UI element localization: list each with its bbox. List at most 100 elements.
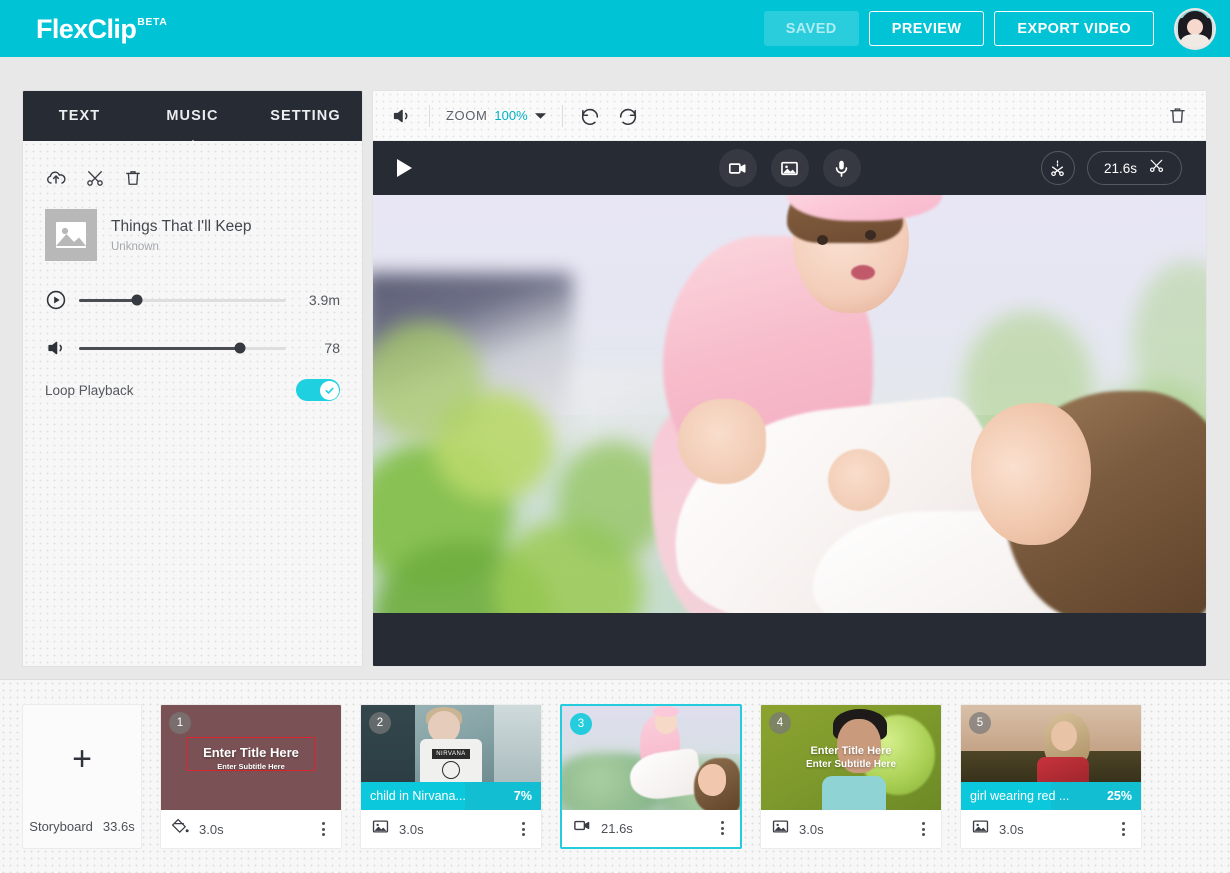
toolbar-divider-2 [561, 104, 563, 127]
clip-menu-icon[interactable] [916, 818, 931, 840]
header-actions: SAVED PREVIEW EXPORT VIDEO [763, 7, 1216, 50]
clip-menu-icon[interactable] [715, 817, 730, 839]
volume-slider-row: 78 [45, 331, 340, 365]
clip-thumbnail-3[interactable]: 3 [562, 706, 740, 810]
preview-control-bar: 21.6s [373, 141, 1206, 195]
video-camera-icon [572, 816, 592, 840]
clip-menu-icon[interactable] [1116, 818, 1131, 840]
paint-bucket-icon [171, 817, 190, 841]
storyboard-summary: Storyboard 33.6s [29, 819, 134, 834]
loop-playback-toggle[interactable] [296, 379, 340, 401]
clip-thumbnail-2[interactable]: NIRVANA 2 child in Nirvana... 7% [361, 705, 541, 810]
clip-thumbnail-4[interactable]: 4 Enter Title Here Enter Subtitle Here [761, 705, 941, 810]
shirt-logo-text: NIRVANA [432, 749, 470, 759]
clip-card-1[interactable]: 1 Enter Title Here Enter Subtitle Here 3… [160, 704, 342, 849]
image-icon[interactable] [770, 149, 809, 187]
clip-caption-text: girl wearing red ... [970, 789, 1070, 803]
tab-setting[interactable]: SETTING [249, 91, 362, 141]
clip-menu-icon[interactable] [316, 818, 331, 840]
app-header: FlexClip BETA SAVED PREVIEW EXPORT VIDEO [0, 0, 1230, 57]
export-video-button[interactable]: EXPORT VIDEO [994, 11, 1154, 46]
timeline-tools: 21.6s [1040, 151, 1182, 185]
image-icon [371, 817, 390, 841]
clip-footer-1: 3.0s [161, 810, 341, 848]
preview-button[interactable]: PREVIEW [868, 11, 985, 46]
duration-slider-value: 3.9m [308, 292, 340, 308]
music-panel-body: Things That I'll Keep Unknown 3.9m 78 Lo… [23, 141, 362, 666]
user-avatar[interactable] [1174, 7, 1216, 50]
clip-footer-2: 3.0s [361, 810, 541, 848]
speaker-icon[interactable] [45, 337, 71, 359]
zoom-control[interactable]: ZOOM 100% [446, 107, 546, 125]
toolbar-divider [429, 104, 430, 127]
storyboard-total-duration: 33.6s [102, 819, 135, 834]
scene-mother-hand-2 [828, 449, 890, 511]
volume-slider-knob[interactable] [234, 342, 246, 354]
clip-card-3[interactable]: 3 21.6s [560, 704, 742, 849]
editor-work-area: TEXT MUSIC SETTING Things That I'll Keep… [0, 57, 1230, 679]
add-clip-button[interactable]: + Storyboard 33.6s [22, 704, 142, 849]
music-track-title: Things That I'll Keep [111, 218, 252, 235]
saved-button[interactable]: SAVED [763, 11, 859, 46]
speaker-icon[interactable] [391, 105, 413, 127]
clip-number-badge: 5 [969, 712, 991, 734]
loop-playback-row: Loop Playback [45, 379, 340, 401]
clip-card-4[interactable]: 4 Enter Title Here Enter Subtitle Here 3… [760, 704, 942, 849]
scene-baby-eye-right [865, 230, 876, 240]
clip-footer-5: 3.0s [961, 810, 1141, 848]
logo-beta-badge: BETA [137, 15, 168, 28]
cloud-upload-icon[interactable] [45, 167, 67, 189]
music-toolbar [45, 163, 340, 193]
chevron-down-icon[interactable] [534, 107, 546, 125]
clip-duration: 21.6s [601, 820, 633, 836]
clip-duration: 3.0s [799, 821, 824, 837]
clip-footer-3: 21.6s [562, 809, 740, 847]
clip-card-5[interactable]: 5 girl wearing red ... 25% 3.0s [960, 704, 1142, 849]
loop-playback-label: Loop Playback [45, 382, 134, 398]
avatar-body [1181, 33, 1209, 48]
split-icon[interactable] [1040, 151, 1075, 185]
clip-caption-bar: girl wearing red ... 25% [961, 782, 1141, 810]
clip-number-badge: 2 [369, 712, 391, 734]
clip-menu-icon[interactable] [516, 818, 531, 840]
video-camera-icon[interactable] [718, 149, 757, 187]
play-button[interactable] [397, 159, 412, 177]
preview-stage[interactable]: 21.6s [373, 141, 1206, 666]
redo-icon[interactable] [617, 105, 639, 127]
music-track-row[interactable]: Things That I'll Keep Unknown [45, 209, 340, 261]
music-duration-slider[interactable] [79, 294, 286, 306]
scissors-icon[interactable] [1148, 157, 1165, 179]
tab-text[interactable]: TEXT [23, 91, 136, 141]
clip-caption-text: child in Nirvana... [370, 789, 466, 803]
clip-duration: 3.0s [199, 821, 224, 837]
clip-thumbnail-5[interactable]: 5 girl wearing red ... 25% [961, 705, 1141, 810]
text-selection-box [187, 737, 315, 771]
image-icon [971, 817, 990, 841]
preview-panel: ZOOM 100% 21.6s [372, 90, 1207, 667]
clip-card-2[interactable]: NIRVANA 2 child in Nirvana... 7% 3.0s [360, 704, 542, 849]
play-circle-icon[interactable] [45, 289, 71, 311]
logo-text: FlexClip [36, 13, 137, 44]
trash-icon[interactable] [123, 168, 143, 188]
music-track-meta: Things That I'll Keep Unknown [111, 217, 252, 253]
check-icon [319, 380, 339, 400]
app-logo[interactable]: FlexClip BETA [36, 15, 167, 43]
duration-slider-knob[interactable] [131, 294, 143, 306]
tab-music[interactable]: MUSIC [136, 91, 249, 141]
microphone-icon[interactable] [822, 149, 861, 187]
storyboard-bar: + Storyboard 33.6s 1 Enter Title Here En… [0, 679, 1230, 873]
undo-icon[interactable] [579, 105, 601, 127]
music-volume-slider[interactable] [79, 342, 286, 354]
scene-baby-eye-left [817, 235, 828, 245]
clip-caption-percent: 25% [1106, 789, 1132, 803]
clip-thumbnail-1[interactable]: 1 Enter Title Here Enter Subtitle Here [161, 705, 341, 810]
zoom-label: ZOOM [446, 108, 488, 123]
clip-duration-pill[interactable]: 21.6s [1086, 151, 1182, 185]
clip-duration: 3.0s [399, 821, 424, 837]
scene-mother-head [971, 403, 1091, 545]
trash-icon[interactable] [1167, 105, 1188, 126]
duration-slider-row: 3.9m [45, 283, 340, 317]
music-track-artist: Unknown [111, 241, 159, 253]
zoom-value: 100% [494, 108, 528, 123]
scissors-icon[interactable] [85, 168, 105, 188]
